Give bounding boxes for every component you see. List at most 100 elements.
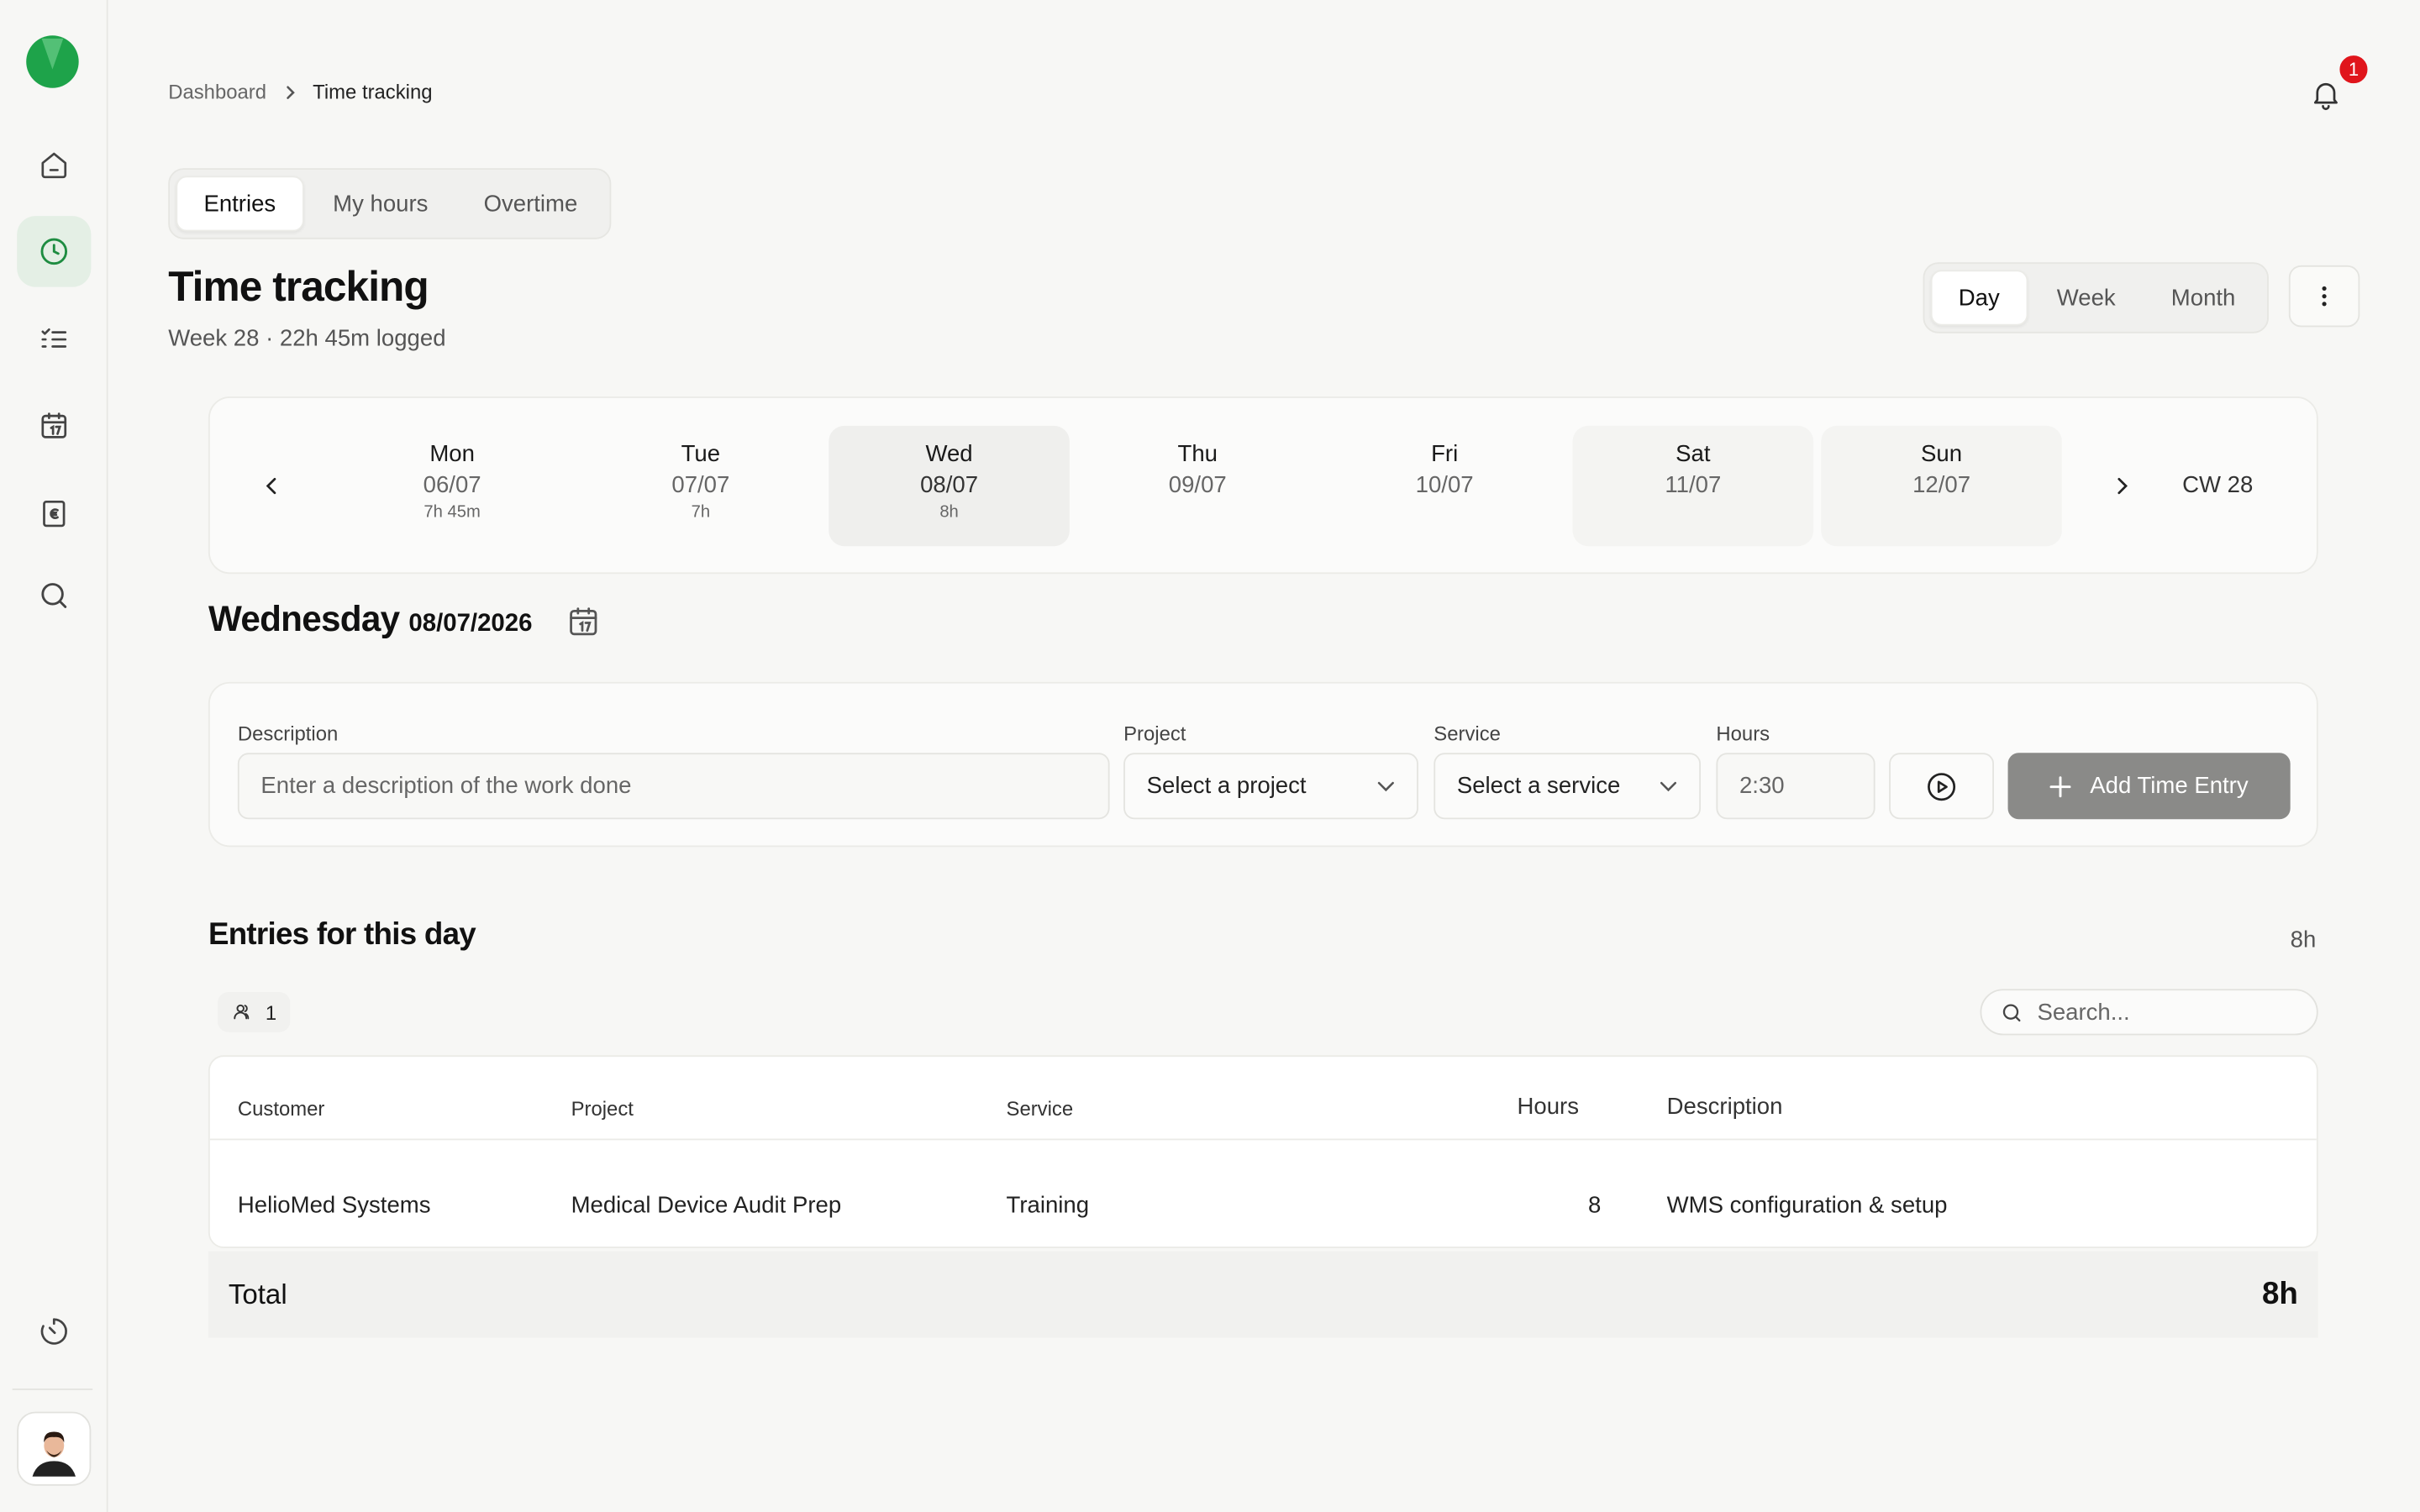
day-name: Fri — [1431, 441, 1459, 468]
previous-week-button[interactable] — [256, 470, 287, 501]
day-hours: 7h — [691, 502, 711, 522]
sidebar-item-tasks[interactable] — [17, 304, 91, 375]
sidebar-divider — [12, 1389, 93, 1390]
day-fri[interactable]: Fri 10/07 — [1324, 426, 1565, 546]
bell-icon — [2313, 82, 2338, 110]
tab-entries[interactable]: Entries — [176, 176, 304, 232]
breadcrumb-current: Time tracking — [313, 80, 433, 104]
entries-table: Customer Project Service Hours Descripti… — [208, 1055, 2318, 1248]
sidebar-item-home[interactable] — [17, 129, 91, 200]
start-timer-button[interactable] — [1889, 753, 1995, 820]
clock-icon — [40, 238, 68, 265]
calendar-icon — [570, 607, 597, 636]
day-thu[interactable]: Thu 09/07 — [1077, 426, 1318, 546]
day-name: Wed — [925, 441, 973, 468]
week-strip: Mon 06/07 7h 45m Tue 07/07 7h Wed 08/07 … — [208, 396, 2318, 575]
chevron-down-icon — [1377, 780, 1394, 791]
day-date: 08/07 — [920, 472, 979, 499]
calendar-icon — [41, 412, 67, 438]
timer-icon — [40, 1318, 67, 1345]
top-tabs: Entries My hours Overtime — [168, 168, 612, 239]
more-vertical-icon — [2322, 286, 2327, 307]
user-avatar-icon — [26, 1420, 82, 1477]
description-label: Description — [237, 722, 339, 746]
more-options-button[interactable] — [2288, 265, 2360, 328]
day-name: Sun — [1921, 441, 1963, 468]
page-subtitle: Week 28 · 22h 45m logged — [168, 325, 446, 352]
column-header-service[interactable]: Service — [1007, 1097, 1074, 1121]
service-select-value: Select a service — [1456, 773, 1621, 800]
entries-search-placeholder: Search... — [2037, 999, 2130, 1026]
project-select-value: Select a project — [1146, 773, 1307, 800]
day-mon[interactable]: Mon 06/07 7h 45m — [332, 426, 573, 546]
row-project: Medical Device Audit Prep — [571, 1192, 842, 1219]
project-select[interactable]: Select a project — [1123, 753, 1418, 820]
tab-day[interactable]: Day — [1930, 270, 2028, 326]
calendar-week-label: CW 28 — [2182, 472, 2254, 499]
tab-month[interactable]: Month — [2145, 270, 2262, 325]
assignee-filter-chip[interactable]: 1 — [217, 991, 291, 1032]
entries-section-title: Entries for this day — [208, 917, 476, 953]
time-entry-form: Description Enter a description of the w… — [208, 681, 2318, 848]
day-heading-date: 08/07/2026 — [408, 611, 533, 638]
search-icon — [41, 583, 67, 608]
avatar[interactable] — [17, 1411, 92, 1486]
home-icon — [41, 152, 67, 179]
breadcrumb-dashboard[interactable]: Dashboard — [168, 81, 266, 104]
sidebar-item-invoices[interactable] — [17, 478, 91, 549]
sidebar-item-time-tracking[interactable] — [17, 216, 92, 287]
logo-icon[interactable] — [26, 35, 79, 88]
project-label: Project — [1123, 722, 1186, 746]
view-tabs: Day Week Month — [1923, 262, 2270, 333]
row-description: WMS configuration & setup — [1666, 1192, 1948, 1219]
day-date: 11/07 — [1665, 472, 1722, 499]
sidebar-item-search[interactable] — [17, 560, 91, 631]
next-week-button[interactable] — [2107, 470, 2138, 501]
day-date: 10/07 — [1415, 472, 1474, 499]
sidebar-item-timer[interactable] — [17, 1296, 91, 1367]
day-date: 07/07 — [671, 472, 730, 499]
day-tue[interactable]: Tue 07/07 7h — [581, 426, 822, 546]
users-icon — [234, 1004, 250, 1020]
search-icon — [2002, 1003, 2021, 1021]
tab-week[interactable]: Week — [2031, 270, 2142, 325]
hours-value: 2:30 — [1739, 773, 1785, 800]
day-name: Thu — [1177, 441, 1218, 468]
chevron-right-icon — [286, 85, 295, 98]
entries-total-hours: 8h — [2290, 927, 2317, 954]
column-header-project[interactable]: Project — [571, 1097, 634, 1121]
column-header-hours[interactable]: Hours — [1517, 1094, 1578, 1120]
description-placeholder: Enter a description of the work done — [260, 773, 632, 800]
row-customer: HelioMed Systems — [237, 1192, 431, 1219]
tab-my-hours[interactable]: My hours — [307, 176, 455, 231]
column-header-customer[interactable]: Customer — [238, 1097, 325, 1121]
day-name: Sat — [1676, 441, 1711, 468]
day-date: 06/07 — [423, 472, 481, 499]
notification-badge: 1 — [2336, 52, 2371, 87]
table-total-row: Total 8h — [208, 1251, 2318, 1338]
add-time-entry-button[interactable]: Add Time Entry — [2007, 753, 2291, 820]
hours-input[interactable]: 2:30 — [1716, 753, 1876, 820]
column-header-description[interactable]: Description — [1667, 1094, 1783, 1120]
total-value: 8h — [2261, 1277, 2298, 1312]
sidebar-item-calendar[interactable] — [17, 391, 91, 461]
tab-overtime[interactable]: Overtime — [457, 176, 603, 231]
description-input[interactable]: Enter a description of the work done — [237, 753, 1110, 820]
page-title: Time tracking — [168, 264, 429, 311]
day-date: 12/07 — [1912, 472, 1971, 499]
plus-icon — [2049, 775, 2071, 797]
day-sun[interactable]: Sun 12/07 — [1821, 425, 2062, 547]
day-name: Tue — [681, 441, 721, 468]
checklist-icon — [41, 328, 67, 348]
day-sat[interactable]: Sat 11/07 — [1572, 425, 1814, 547]
day-name: Mon — [429, 441, 475, 468]
entries-search-input[interactable]: Search... — [1980, 989, 2318, 1036]
table-header-divider — [209, 1138, 2317, 1141]
day-heading-weekday: Wednesday — [208, 598, 400, 639]
service-select[interactable]: Select a service — [1434, 753, 1702, 820]
date-picker-button[interactable] — [565, 603, 602, 640]
day-wed[interactable]: Wed 08/07 8h — [829, 425, 1070, 547]
assignee-filter-count: 1 — [265, 1000, 277, 1024]
row-hours: 8 — [1587, 1192, 1602, 1219]
service-label: Service — [1434, 722, 1501, 746]
